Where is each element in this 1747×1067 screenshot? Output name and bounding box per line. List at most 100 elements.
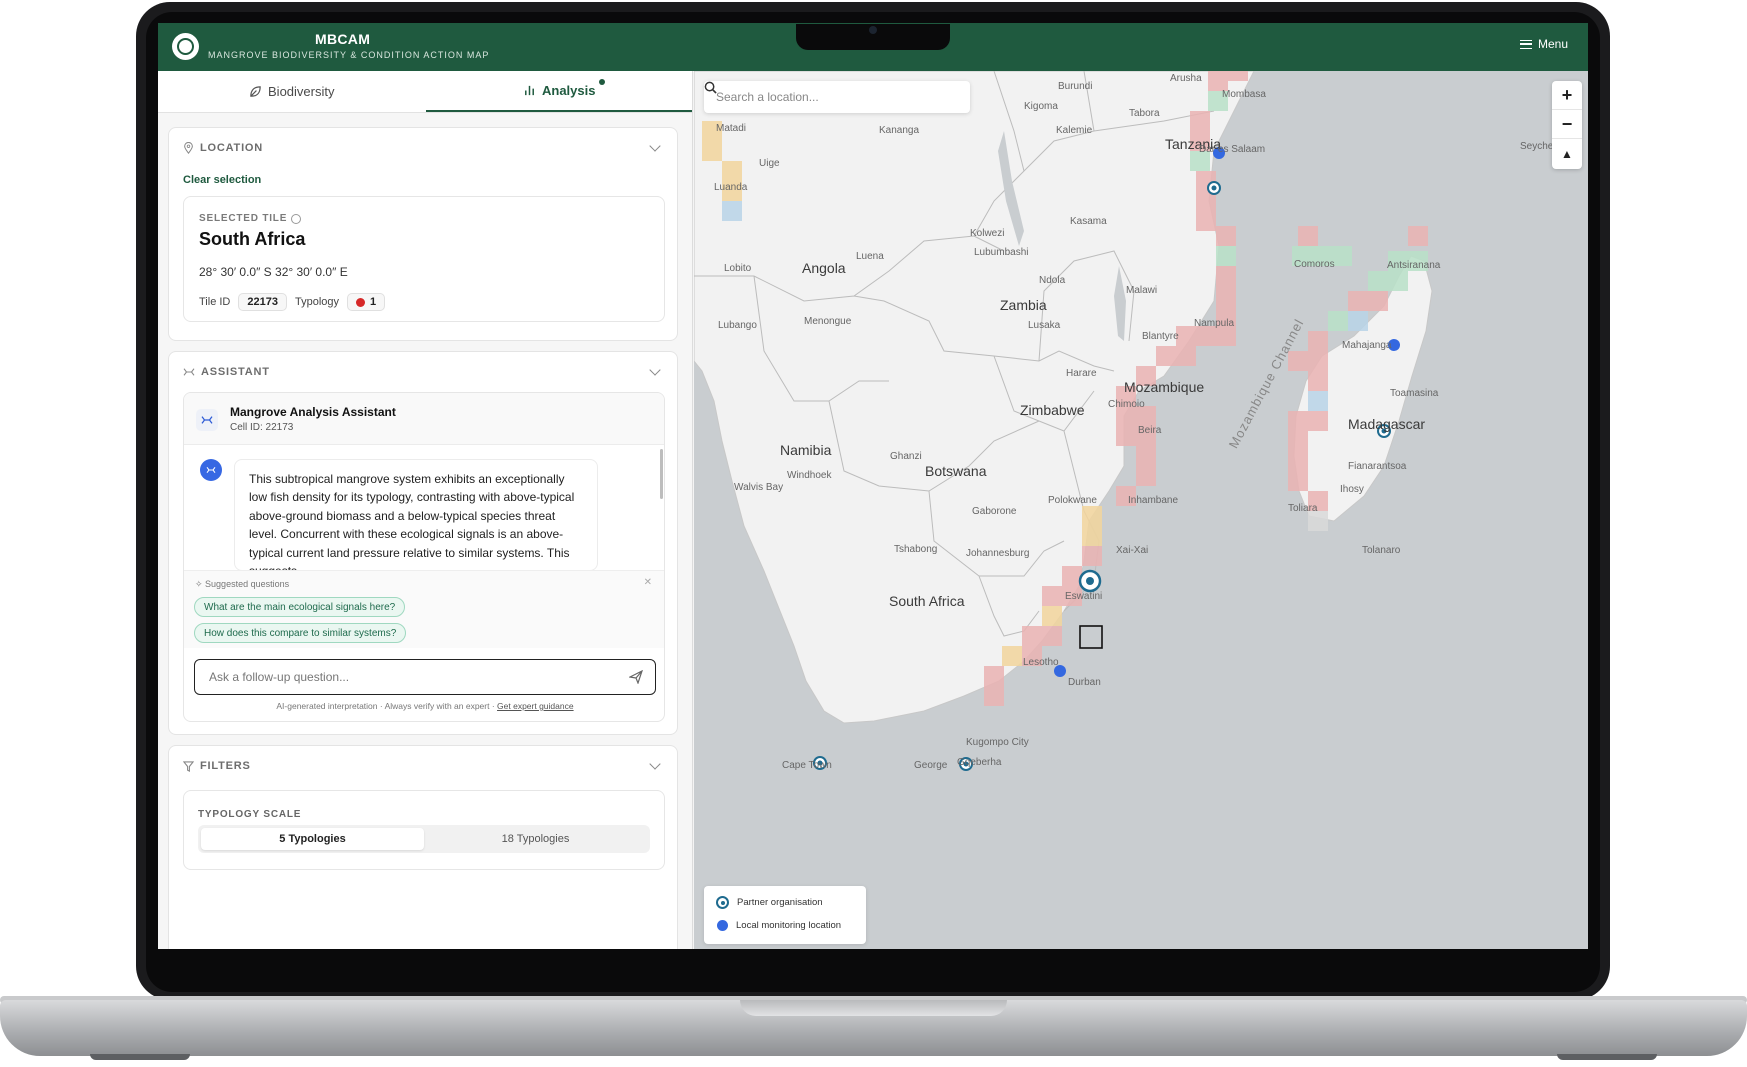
assistant-message: This subtropical mangrove system exhibit… xyxy=(234,459,598,571)
map-label-city: Kolwezi xyxy=(970,228,1005,239)
map-label-country: Namibia xyxy=(780,442,832,458)
tile xyxy=(1308,511,1328,531)
local-marker-icon xyxy=(717,920,728,931)
legend-local-label: Local monitoring location xyxy=(736,920,842,931)
map-label-city: Kugompo City xyxy=(966,737,1029,748)
map-label-city: Gqeberha xyxy=(957,757,1002,768)
zoom-controls: + − ▲ xyxy=(1552,81,1582,169)
map-label-country: Seyche xyxy=(1520,141,1554,152)
app-title: MBCAM xyxy=(315,31,371,47)
chevron-down-icon[interactable] xyxy=(649,140,661,152)
sidebar: Biodiversity Analysis LOCATION Clear sel… xyxy=(158,71,693,949)
tile-coordinates: 28° 30′ 0.0″ S 32° 30′ 0.0″ E xyxy=(199,265,348,279)
menu-label: Menu xyxy=(1537,37,1568,51)
suggestion-chip[interactable]: What are the main ecological signals her… xyxy=(194,597,406,617)
chevron-down-icon[interactable] xyxy=(649,364,661,376)
suggested-questions-label: ✧ Suggested questions xyxy=(195,579,289,590)
tab-analysis[interactable]: Analysis xyxy=(425,71,692,112)
map-label-city: Harare xyxy=(1066,368,1097,379)
selected-tile-outline[interactable] xyxy=(1079,625,1103,649)
partner-marker-icon[interactable] xyxy=(1078,569,1102,593)
partner-marker-icon xyxy=(716,896,729,909)
filters-header[interactable]: FILTERS xyxy=(183,760,251,772)
map-label-city: Ihosy xyxy=(1340,484,1364,495)
expert-guidance-link[interactable]: Get expert guidance xyxy=(497,701,574,711)
tile xyxy=(1042,606,1062,626)
tile xyxy=(1216,326,1236,346)
map[interactable]: Tanzania Angola Zambia Malawi Mozambique… xyxy=(694,71,1588,949)
tab-biodiversity[interactable]: Biodiversity xyxy=(158,71,426,112)
tile xyxy=(1208,71,1228,91)
map-label-country: Lesotho xyxy=(1023,657,1059,668)
legend-item-partner: Partner organisation xyxy=(716,896,823,909)
disclaimer-text: AI-generated interpretation · Always ver… xyxy=(276,701,498,711)
tile xyxy=(702,141,722,161)
zoom-out-button[interactable]: − xyxy=(1552,110,1582,139)
tile xyxy=(1348,291,1368,311)
assistant-name: Mangrove Analysis Assistant xyxy=(230,405,396,419)
map-label-city: Dar es Salaam xyxy=(1199,144,1266,155)
location-search-input[interactable]: Search a location... xyxy=(704,81,970,113)
map-label-city: Chimoio xyxy=(1108,399,1145,410)
map-label-country: Madagascar xyxy=(1348,416,1426,432)
sparkle-icon: ✧ xyxy=(195,579,206,589)
filters-card: FILTERS TYPOLOGY SCALE 5 Typologies 18 T… xyxy=(168,745,678,949)
map-label-city: Lusaka xyxy=(1028,320,1061,331)
menu-button[interactable]: Menu xyxy=(1519,37,1568,51)
follow-up-input[interactable]: Ask a follow-up question... xyxy=(194,659,656,695)
map-label-city: Johannesburg xyxy=(966,548,1030,559)
map-label-city: Menongue xyxy=(804,316,852,327)
map-label-country: Botswana xyxy=(925,463,987,479)
location-header[interactable]: LOCATION xyxy=(183,142,263,154)
map-label-city: Luanda xyxy=(714,182,748,193)
tile xyxy=(1136,446,1156,466)
assistant-header[interactable]: ASSISTANT xyxy=(183,366,270,378)
hamburger-icon xyxy=(1519,39,1532,49)
partner-marker-icon[interactable] xyxy=(1207,181,1221,195)
tile xyxy=(1308,411,1328,431)
map-label-city: Lubumbashi xyxy=(974,247,1029,258)
zoom-in-button[interactable]: + xyxy=(1552,81,1582,110)
map-label-country: Eswatini xyxy=(1065,591,1103,602)
tile xyxy=(1196,326,1216,346)
location-pin-icon xyxy=(184,142,193,154)
tile xyxy=(1216,226,1236,246)
tile xyxy=(1408,226,1428,246)
legend-partner-label: Partner organisation xyxy=(737,897,823,908)
logo-icon[interactable] xyxy=(172,33,199,60)
clear-selection-link[interactable]: Clear selection xyxy=(183,174,261,186)
legend-item-local: Local monitoring location xyxy=(716,920,841,931)
chevron-down-icon[interactable] xyxy=(649,758,661,770)
map-label-city: Toamasina xyxy=(1390,388,1439,399)
bar-chart-icon xyxy=(525,85,534,96)
map-canvas[interactable] xyxy=(694,71,1588,949)
chat-scrollbar[interactable] xyxy=(660,449,663,499)
compass-button[interactable]: ▲ xyxy=(1552,139,1582,168)
tile xyxy=(1196,211,1216,231)
info-icon[interactable] xyxy=(291,213,302,224)
tile xyxy=(1022,626,1042,646)
tile xyxy=(1216,266,1236,286)
option-18-typologies[interactable]: 18 Typologies xyxy=(424,828,647,850)
option-5-typologies[interactable]: 5 Typologies xyxy=(201,828,424,850)
map-label-country: Mozambique xyxy=(1124,379,1205,395)
map-label-city: Tshabong xyxy=(894,544,938,555)
map-label-city: Luena xyxy=(856,251,884,262)
tile xyxy=(1136,466,1156,486)
close-icon[interactable]: ✕ xyxy=(644,577,652,588)
tile xyxy=(1288,431,1308,451)
typology-label: Typology xyxy=(294,296,339,308)
tile xyxy=(1288,351,1308,371)
selected-tile-label-text: SELECTED TILE xyxy=(199,213,288,224)
send-icon[interactable] xyxy=(629,670,643,684)
map-label-city: Kalemie xyxy=(1056,125,1093,136)
map-label-country: Zimbabwe xyxy=(1020,402,1085,418)
tile xyxy=(1388,271,1408,291)
map-legend: Partner organisation Local monitoring lo… xyxy=(704,886,866,944)
tile-country: South Africa xyxy=(199,229,306,249)
suggestion-chip[interactable]: How does this compare to similar systems… xyxy=(194,623,407,643)
map-label-city: Lobito xyxy=(724,263,752,274)
notification-dot xyxy=(598,79,605,85)
laptop-base-notch xyxy=(740,1000,1007,1016)
tile xyxy=(1116,426,1136,446)
